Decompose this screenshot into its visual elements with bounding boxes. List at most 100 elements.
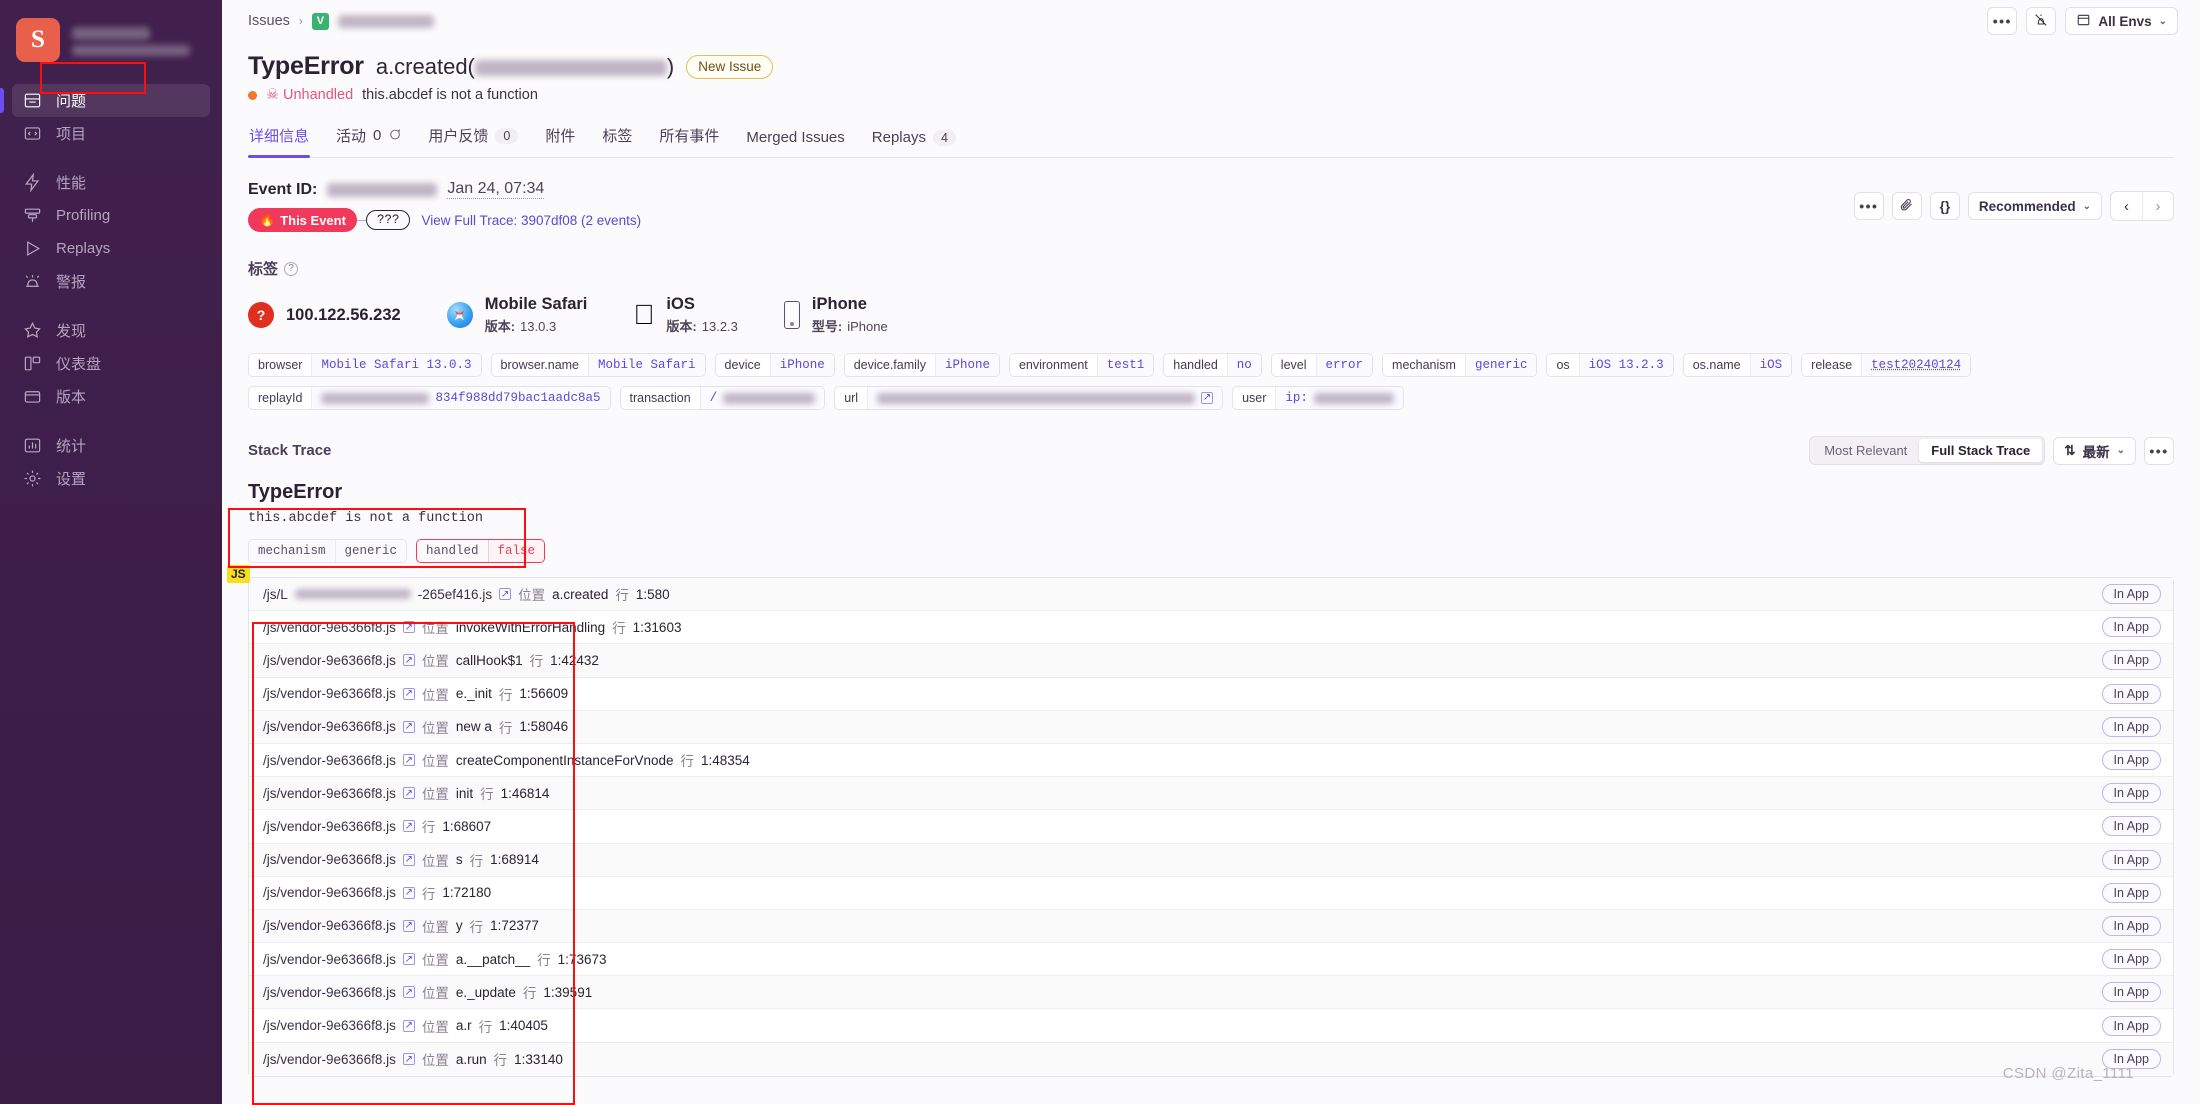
- tag-pill[interactable]: handled no: [1163, 353, 1262, 377]
- unknown-span-chip[interactable]: ???: [365, 210, 411, 230]
- tag-pill[interactable]: browser Mobile Safari 13.0.3: [248, 353, 482, 377]
- external-link-icon[interactable]: ↗: [402, 720, 415, 733]
- sidebar-item-projects[interactable]: 项目: [12, 117, 210, 150]
- external-link-icon[interactable]: ↗: [1201, 392, 1214, 404]
- external-link-icon[interactable]: ↗: [402, 1053, 415, 1066]
- skull-icon: ☠: [266, 87, 279, 103]
- attachment-button[interactable]: [1891, 192, 1922, 220]
- prev-event-button[interactable]: ‹: [2111, 192, 2142, 220]
- table-row[interactable]: /js/vendor-9e6366f8.js ↗ 位置 e._init 行 1:…: [249, 678, 2173, 711]
- tab-details[interactable]: 详细信息: [248, 125, 311, 158]
- event-more-button[interactable]: •••: [1853, 192, 1884, 220]
- tag-pill[interactable]: environment test1: [1008, 353, 1155, 377]
- table-row[interactable]: /js/vendor-9e6366f8.js ↗ 位置 s 行 1:68914 …: [249, 843, 2173, 877]
- in-app-badge: In App: [2101, 617, 2161, 638]
- external-link-icon[interactable]: ↗: [402, 820, 415, 833]
- external-link-icon[interactable]: ↗: [402, 687, 415, 700]
- tag-pill[interactable]: device iPhone: [714, 353, 835, 377]
- next-event-button[interactable]: ›: [2142, 192, 2173, 220]
- sidebar-item-settings[interactable]: 设置: [12, 462, 210, 495]
- sidebar-item-label: 发现: [56, 323, 87, 340]
- tag-pill[interactable]: os.name iOS: [1682, 353, 1793, 377]
- full-stack-trace-option[interactable]: Full Stack Trace: [1919, 439, 2043, 462]
- tag-pill-url[interactable]: url ↗: [834, 386, 1224, 410]
- event-date[interactable]: Jan 24, 07:34: [447, 180, 545, 199]
- external-link-icon[interactable]: ↗: [402, 621, 415, 634]
- table-row[interactable]: /js/L -265ef416.js ↗ 位置 a.created 行 1:580…: [249, 578, 2173, 612]
- tag-card-device[interactable]: iPhone 型号: iPhone: [783, 295, 888, 335]
- sidebar-item-discover[interactable]: 发现: [12, 314, 210, 347]
- stack-trace-more-button[interactable]: •••: [2144, 436, 2174, 465]
- tag-pill[interactable]: level error: [1270, 353, 1374, 377]
- breadcrumb-issues[interactable]: Issues: [248, 13, 290, 29]
- tab-activity[interactable]: 活动 0: [335, 125, 402, 157]
- sidebar-item-label: 性能: [56, 175, 87, 192]
- json-button[interactable]: {}: [1929, 192, 1960, 220]
- tag-pill[interactable]: release test20240124: [1801, 353, 1972, 377]
- external-link-icon[interactable]: ↗: [499, 588, 512, 601]
- tag-card-os[interactable]:  iOS 版本:13.2.3: [633, 295, 738, 335]
- stack-trace-sort-dropdown[interactable]: ⇅ 最新 ⌄: [2053, 436, 2136, 465]
- env-selector[interactable]: All Envs ⌄: [2065, 7, 2178, 35]
- external-link-icon[interactable]: ↗: [402, 986, 415, 999]
- sidebar-item-profiling[interactable]: Profiling: [12, 199, 210, 232]
- sidebar-item-issues[interactable]: 问题: [0, 84, 210, 117]
- tag-pill-transaction[interactable]: transaction /: [619, 386, 826, 410]
- table-row[interactable]: /js/vendor-9e6366f8.js ↗ 位置 init 行 1:468…: [249, 777, 2173, 811]
- tag-pill[interactable]: mechanism generic: [1382, 353, 1538, 377]
- sort-arrows-icon: ⇅: [2064, 442, 2076, 458]
- help-icon[interactable]: ?: [284, 261, 299, 276]
- table-row[interactable]: /js/vendor-9e6366f8.js ↗ 位置 a.__patch__ …: [249, 943, 2173, 977]
- view-full-trace-link[interactable]: View Full Trace: 3907df08 (2 events): [421, 213, 641, 228]
- sidebar-item-releases[interactable]: 版本: [12, 380, 210, 413]
- table-row[interactable]: /js/vendor-9e6366f8.js ↗ 位置 callHook$1 行…: [249, 644, 2173, 678]
- discover-icon: [22, 321, 42, 341]
- event-sort-dropdown[interactable]: Recommended ⌄: [1967, 192, 2102, 220]
- tag-pill-user[interactable]: user ip:: [1232, 386, 1404, 410]
- sidebar-item-dashboards[interactable]: 仪表盘: [12, 347, 210, 380]
- tag-pill[interactable]: browser.name Mobile Safari: [490, 353, 706, 377]
- table-row[interactable]: /js/vendor-9e6366f8.js ↗ 位置 invokeWithEr…: [249, 611, 2173, 645]
- tab-merged-issues[interactable]: Merged Issues: [745, 129, 845, 157]
- external-link-icon[interactable]: ↗: [402, 754, 415, 767]
- event-identity: Event ID: Jan 24, 07:34 🔥 This Event ???…: [248, 180, 641, 232]
- topbar-more-button[interactable]: •••: [1987, 7, 2018, 35]
- most-relevant-option[interactable]: Most Relevant: [1812, 439, 1919, 462]
- sidebar-item-replays[interactable]: Replays: [12, 232, 210, 265]
- replays-count: 4: [932, 129, 956, 146]
- external-link-icon[interactable]: ↗: [402, 654, 415, 667]
- external-link-icon[interactable]: ↗: [402, 953, 415, 966]
- tab-all-events[interactable]: 所有事件: [658, 125, 720, 157]
- external-link-icon[interactable]: ↗: [402, 853, 415, 866]
- external-link-icon[interactable]: ↗: [402, 886, 415, 899]
- tab-attachments[interactable]: 附件: [544, 125, 576, 157]
- table-row[interactable]: /js/vendor-9e6366f8.js ↗ 位置 e._update 行 …: [249, 976, 2173, 1010]
- mute-bell-button[interactable]: [2026, 7, 2057, 35]
- external-link-icon[interactable]: ↗: [402, 1019, 415, 1032]
- tag-pill-replayid[interactable]: replayId 834f988dd79bac1aadc8a5: [248, 386, 611, 410]
- table-row[interactable]: /js/vendor-9e6366f8.js ↗ 位置 createCompon…: [249, 744, 2173, 778]
- tab-user-feedback[interactable]: 用户反馈 0: [427, 125, 519, 157]
- org-switcher[interactable]: S: [0, 14, 222, 66]
- table-row[interactable]: /js/vendor-9e6366f8.js ↗ 行 1:68607 In Ap…: [249, 810, 2173, 844]
- tag-pill[interactable]: os iOS 13.2.3: [1546, 353, 1674, 377]
- tag-pill[interactable]: device.family iPhone: [843, 353, 1000, 377]
- issue-content: TypeError a.created() New Issue ☠ Unhand…: [222, 42, 2200, 1104]
- event-id-redacted: [327, 182, 438, 197]
- table-row[interactable]: /js/vendor-9e6366f8.js ↗ 位置 a.run 行 1:33…: [249, 1042, 2173, 1076]
- sidebar-item-alerts[interactable]: 警报: [12, 265, 210, 298]
- table-row[interactable]: /js/vendor-9e6366f8.js ↗ 位置 y 行 1:72377 …: [249, 909, 2173, 944]
- table-row[interactable]: /js/vendor-9e6366f8.js ↗ 行 1:72180 In Ap…: [249, 877, 2173, 910]
- sidebar-item-performance[interactable]: 性能: [12, 166, 210, 199]
- tab-tags[interactable]: 标签: [601, 125, 633, 157]
- sidebar-item-stats[interactable]: 统计: [12, 429, 210, 462]
- table-row[interactable]: /js/vendor-9e6366f8.js ↗ 位置 new a 行 1:58…: [249, 710, 2173, 744]
- tag-card-ip[interactable]: ? 100.122.56.232: [248, 302, 401, 328]
- external-link-icon[interactable]: ↗: [402, 787, 415, 800]
- table-row[interactable]: /js/vendor-9e6366f8.js ↗ 位置 a.r 行 1:4040…: [249, 1009, 2173, 1043]
- tag-card-browser[interactable]: Mobile Safari 版本: 13.0.3: [446, 295, 587, 335]
- profiling-icon: [22, 206, 42, 226]
- tab-replays[interactable]: Replays 4: [871, 129, 957, 157]
- in-app-badge: In App: [2101, 650, 2161, 671]
- external-link-icon[interactable]: ↗: [402, 919, 415, 932]
